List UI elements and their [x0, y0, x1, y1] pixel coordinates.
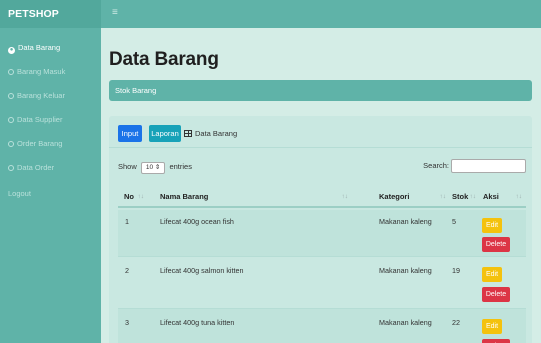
cell-stok: 5 — [452, 217, 456, 226]
column-header-nama[interactable]: Nama Barang ↑↓ — [148, 186, 352, 208]
table-row: 3 Lifecat 400g tuna kitten Makanan kalen… — [118, 309, 526, 343]
column-header-label: No — [124, 192, 134, 201]
circle-icon — [8, 117, 14, 123]
chevron-updown-icon: ⇕ — [154, 164, 161, 171]
breadcrumb: Stok Barang — [109, 80, 532, 101]
edit-button[interactable]: Edit — [482, 218, 502, 233]
column-header-label: Nama Barang — [160, 192, 209, 201]
search-input[interactable] — [451, 159, 526, 174]
cell-nama: Lifecat 400g ocean fish — [160, 217, 234, 226]
sidebar-item-data-supplier[interactable]: Data Supplier — [8, 114, 62, 126]
sort-icon: ↑↓ — [469, 193, 477, 200]
column-header-no[interactable]: No ↑↓ — [118, 186, 148, 208]
sidebar-item-label: Barang Masuk — [17, 67, 66, 76]
table-row: 1 Lifecat 400g ocean fish Makanan kaleng… — [118, 210, 526, 257]
column-header-aksi[interactable]: Aksi ↑↓ — [480, 186, 526, 208]
sidebar-item-data-order[interactable]: Data Order — [8, 162, 54, 174]
entries-label: entries — [169, 162, 192, 171]
sort-icon: ↑↓ — [137, 193, 145, 200]
cell-stok: 22 — [452, 318, 460, 327]
column-header-stok[interactable]: Stok ↑↓ — [450, 186, 480, 208]
cell-no: 1 — [125, 217, 129, 226]
sidebar-item-data-barang[interactable]: ● Data Barang — [8, 42, 60, 54]
column-header-kategori[interactable]: Kategori ↑↓ — [352, 186, 450, 208]
cell-no: 2 — [125, 266, 129, 275]
circle-icon — [8, 141, 14, 147]
column-header-label: Aksi — [483, 192, 499, 201]
sidebar-item-label: Barang Keluar — [17, 91, 65, 100]
sidebar-item-label: Data Order — [17, 163, 55, 172]
search-label: Search: — [423, 161, 449, 170]
table-icon — [184, 130, 192, 137]
sort-icon: ↑↓ — [341, 193, 349, 200]
circle-icon — [8, 69, 14, 75]
table-row: 2 Lifecat 400g salmon kitten Makanan kal… — [118, 257, 526, 309]
top-navbar: PETSHOP FAYRUZ ≡ — [0, 0, 541, 48]
edit-button[interactable]: Edit — [482, 267, 502, 282]
sidebar-item-label: Logout — [8, 189, 31, 198]
cell-nama: Lifecat 400g tuna kitten — [160, 318, 235, 327]
data-card: Input Laporan Data Barang Show 10 ⇕ entr… — [109, 116, 532, 343]
card-title-text: Data Barang — [195, 129, 238, 138]
cell-nama: Lifecat 400g salmon kitten — [160, 266, 244, 275]
dashboard-icon: ● — [8, 47, 15, 54]
main-content: Data Barang Stok Barang Input Laporan Da… — [101, 28, 541, 343]
sort-icon: ↑↓ — [439, 193, 447, 200]
cell-kategori: Makanan kaleng — [379, 266, 432, 275]
circle-icon — [8, 93, 14, 99]
delete-button[interactable]: Delete — [482, 237, 510, 252]
input-button[interactable]: Input — [118, 125, 142, 142]
column-header-label: Stok — [452, 192, 469, 201]
circle-icon — [8, 165, 14, 171]
brand-logo[interactable]: PETSHOP FAYRUZ — [0, 0, 101, 48]
delete-button[interactable]: Delete — [482, 339, 510, 343]
search-box: Search: — [423, 159, 526, 174]
sidebar-item-logout[interactable]: Logout — [8, 188, 31, 200]
sidebar-item-order-barang[interactable]: Order Barang — [8, 138, 62, 150]
sidebar-item-barang-masuk[interactable]: Barang Masuk — [8, 66, 65, 78]
edit-button[interactable]: Edit — [482, 319, 502, 334]
sidebar-item-label: Order Barang — [17, 139, 63, 148]
sidebar: ● Data Barang Barang Masuk Barang Keluar … — [0, 28, 101, 343]
sidebar-item-label: Data Supplier — [17, 115, 63, 124]
entries-select[interactable]: 10 ⇕ — [140, 162, 166, 174]
show-label: Show — [118, 162, 137, 171]
sidebar-item-label: Data Barang — [18, 43, 61, 52]
card-title: Data Barang — [184, 125, 237, 142]
sort-icon: ↑↓ — [515, 193, 523, 200]
cell-kategori: Makanan kaleng — [379, 217, 432, 226]
delete-button[interactable]: Delete — [482, 287, 510, 302]
cell-stok: 19 — [452, 266, 460, 275]
entries-value: 10 — [145, 164, 154, 171]
sidebar-item-barang-keluar[interactable]: Barang Keluar — [8, 90, 65, 102]
menu-toggle-icon[interactable]: ≡ — [112, 8, 118, 18]
laporan-button[interactable]: Laporan — [149, 125, 181, 142]
card-header: Input Laporan Data Barang — [109, 116, 532, 148]
cell-no: 3 — [125, 318, 129, 327]
cell-kategori: Makanan kaleng — [379, 318, 432, 327]
show-entries: Show 10 ⇕ entries — [118, 160, 192, 174]
page-title: Data Barang — [109, 49, 219, 70]
column-header-label: Kategori — [379, 192, 410, 201]
